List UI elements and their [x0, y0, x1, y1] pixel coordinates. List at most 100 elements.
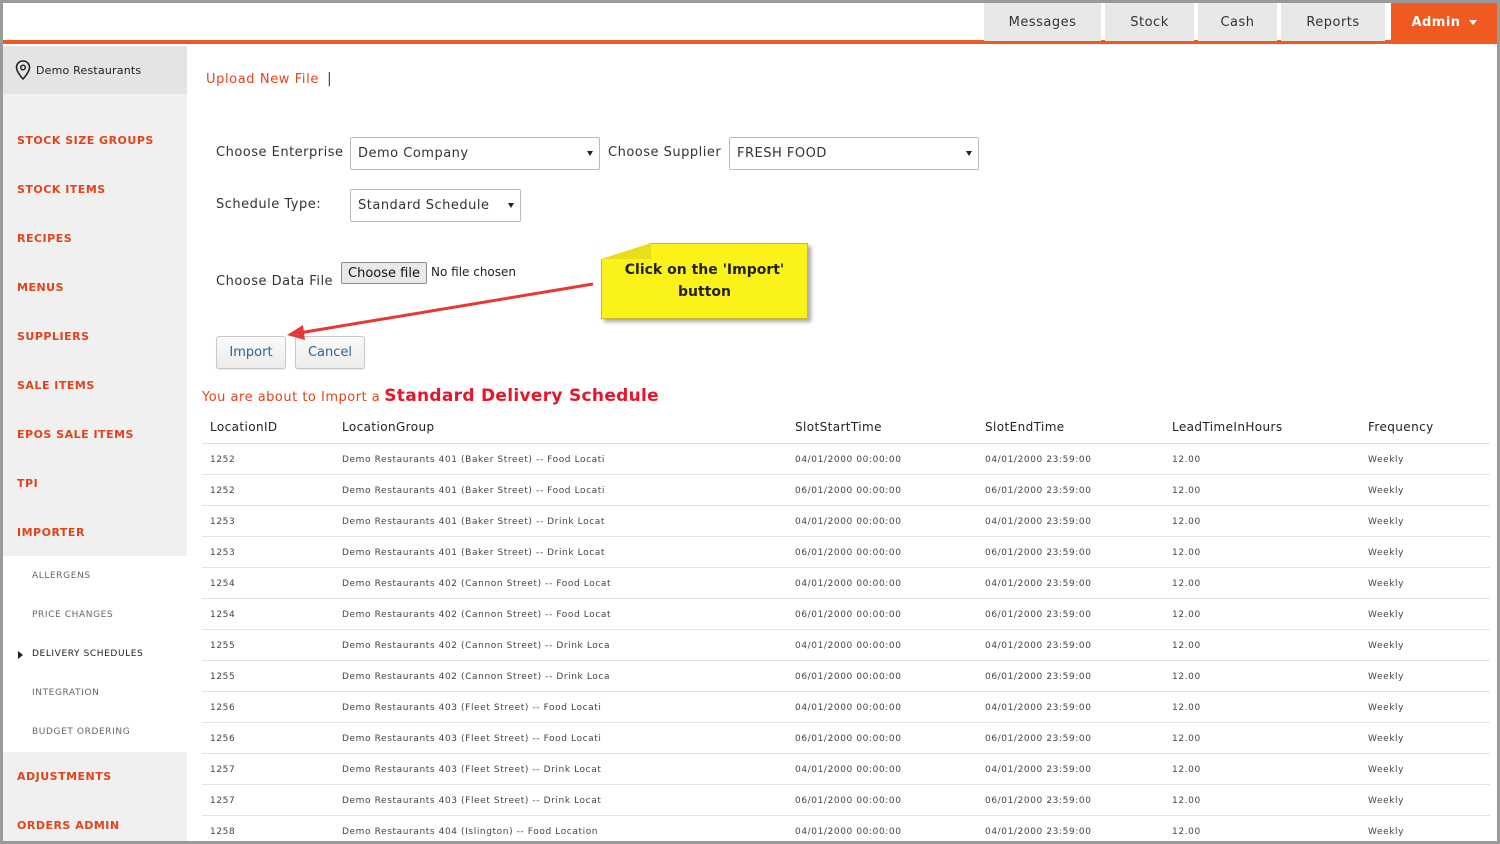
nav-messages-label: Messages — [1008, 14, 1077, 30]
enterprise-label: Choose Enterprise — [216, 145, 344, 160]
sidebar-item-suppliers[interactable]: SUPPLIERS — [17, 330, 90, 343]
cell-location-group: Demo Restaurants 403 (Fleet Street) -- D… — [342, 765, 602, 775]
cell-slot-start-time: 04/01/2000 00:00:00 — [795, 703, 902, 713]
cell-location-group: Demo Restaurants 402 (Cannon Street) -- … — [342, 641, 611, 651]
cell-slot-end-time: 06/01/2000 23:59:00 — [985, 796, 1092, 806]
top-nav: Messages Stock Cash Reports Admin — [980, 3, 1497, 41]
cancel-button[interactable]: Cancel — [295, 336, 365, 369]
cell-lead-time: 12.00 — [1172, 517, 1201, 527]
cell-slot-end-time: 06/01/2000 23:59:00 — [985, 610, 1092, 620]
nav-reports[interactable]: Reports — [1281, 3, 1385, 41]
cell-lead-time: 12.00 — [1172, 734, 1201, 744]
sidebar: Demo Restaurants STOCK SIZE GROUPS STOCK… — [3, 46, 187, 841]
nav-admin-label: Admin — [1411, 14, 1461, 30]
cell-location-id: 1255 — [210, 641, 236, 651]
cell-location-group: Demo Restaurants 402 (Cannon Street) -- … — [342, 579, 612, 589]
select-arrow-icon — [508, 203, 514, 208]
table-row: 1256 Demo Restaurants 403 (Fleet Street) … — [202, 723, 1490, 754]
cell-location-group: Demo Restaurants 404 (Islington) -- Food… — [342, 827, 599, 837]
cell-location-group: Demo Restaurants 403 (Fleet Street) -- F… — [342, 734, 602, 744]
schedule-type-select-value: Standard Schedule — [358, 198, 490, 213]
cell-frequency: Weekly — [1368, 579, 1405, 589]
choose-file-button[interactable]: Choose file — [341, 262, 427, 284]
sidebar-item-stock-size-groups[interactable]: STOCK SIZE GROUPS — [17, 134, 154, 147]
nav-admin-dropdown[interactable]: Admin — [1391, 3, 1497, 41]
cell-slot-end-time: 04/01/2000 23:59:00 — [985, 455, 1092, 465]
submenu-item-budget-ordering[interactable]: BUDGET ORDERING — [32, 727, 130, 737]
sidebar-item-importer[interactable]: IMPORTER — [17, 526, 85, 539]
table-row: 1257 Demo Restaurants 403 (Fleet Street) … — [202, 754, 1490, 785]
schedule-type-select[interactable]: Standard Schedule — [350, 189, 521, 222]
cell-slot-start-time: 06/01/2000 00:00:00 — [795, 734, 902, 744]
cell-slot-start-time: 04/01/2000 00:00:00 — [795, 765, 902, 775]
active-indicator-icon — [18, 651, 23, 659]
import-button[interactable]: Import — [216, 336, 286, 369]
table-row: 1258 Demo Restaurants 404 (Islington) -- … — [202, 816, 1490, 841]
sidebar-item-adjustments[interactable]: ADJUSTMENTS — [17, 770, 112, 783]
table-row: 1254 Demo Restaurants 402 (Cannon Street)… — [202, 599, 1490, 630]
cell-slot-start-time: 06/01/2000 00:00:00 — [795, 796, 902, 806]
app-window: Messages Stock Cash Reports Admin Demo R… — [0, 0, 1500, 844]
column-header-location-group: LocationGroup — [342, 420, 435, 434]
cell-slot-end-time: 06/01/2000 23:59:00 — [985, 548, 1092, 558]
cell-slot-start-time: 04/01/2000 00:00:00 — [795, 827, 902, 837]
importer-submenu: ALLERGENS PRICE CHANGES DELIVERY SCHEDUL… — [3, 556, 187, 752]
caret-down-icon — [1468, 19, 1477, 25]
file-status-text: No file chosen — [431, 265, 517, 279]
link-separator: | — [327, 71, 332, 87]
cell-lead-time: 12.00 — [1172, 486, 1201, 496]
submenu-item-allergens[interactable]: ALLERGENS — [32, 571, 91, 581]
cell-slot-end-time: 04/01/2000 23:59:00 — [985, 765, 1092, 775]
import-notice: You are about to Import a Standard Delive… — [202, 386, 659, 406]
cell-frequency: Weekly — [1368, 610, 1405, 620]
sidebar-item-tpi[interactable]: TPI — [17, 477, 38, 490]
cell-frequency: Weekly — [1368, 796, 1405, 806]
nav-stock[interactable]: Stock — [1105, 3, 1194, 41]
submenu-item-price-changes[interactable]: PRICE CHANGES — [32, 610, 113, 620]
sidebar-item-recipes[interactable]: RECIPES — [17, 232, 72, 245]
supplier-select[interactable]: FRESH FOOD — [729, 137, 979, 170]
cell-frequency: Weekly — [1368, 517, 1405, 527]
cell-location-group: Demo Restaurants 401 (Baker Street) -- D… — [342, 517, 605, 527]
cell-lead-time: 12.00 — [1172, 765, 1201, 775]
table-row: 1254 Demo Restaurants 402 (Cannon Street)… — [202, 568, 1490, 599]
cell-lead-time: 12.00 — [1172, 548, 1201, 558]
cell-slot-end-time: 04/01/2000 23:59:00 — [985, 517, 1092, 527]
nav-stock-label: Stock — [1130, 14, 1169, 30]
cell-slot-end-time: 06/01/2000 23:59:00 — [985, 486, 1092, 496]
cell-location-id: 1254 — [210, 610, 236, 620]
submenu-item-delivery-schedules[interactable]: DELIVERY SCHEDULES — [32, 649, 143, 659]
select-arrow-icon — [587, 151, 593, 156]
nav-reports-label: Reports — [1306, 14, 1360, 30]
cell-location-group: Demo Restaurants 402 (Cannon Street) -- … — [342, 672, 611, 682]
location-selector[interactable]: Demo Restaurants — [3, 46, 187, 94]
cell-slot-start-time: 06/01/2000 00:00:00 — [795, 610, 902, 620]
table-row: 1257 Demo Restaurants 403 (Fleet Street) … — [202, 785, 1490, 816]
cell-slot-start-time: 06/01/2000 00:00:00 — [795, 486, 902, 496]
cell-location-group: Demo Restaurants 401 (Baker Street) -- F… — [342, 455, 606, 465]
nav-cash[interactable]: Cash — [1198, 3, 1277, 41]
cell-lead-time: 12.00 — [1172, 672, 1201, 682]
cell-slot-start-time: 06/01/2000 00:00:00 — [795, 548, 902, 558]
cell-location-group: Demo Restaurants 403 (Fleet Street) -- D… — [342, 796, 602, 806]
supplier-label: Choose Supplier — [608, 145, 722, 160]
column-header-slot-end-time: SlotEndTime — [985, 420, 1065, 434]
upload-new-file-link[interactable]: Upload New File — [206, 72, 319, 87]
cell-slot-end-time: 04/01/2000 23:59:00 — [985, 641, 1092, 651]
cell-location-group: Demo Restaurants 401 (Baker Street) -- F… — [342, 486, 606, 496]
cell-frequency: Weekly — [1368, 455, 1405, 465]
nav-messages[interactable]: Messages — [984, 3, 1101, 41]
submenu-item-integration[interactable]: INTEGRATION — [32, 688, 99, 698]
sidebar-item-menus[interactable]: MENUS — [17, 281, 64, 294]
cell-frequency: Weekly — [1368, 641, 1405, 651]
sidebar-item-epos-sale-items[interactable]: EPOS SALE ITEMS — [17, 428, 134, 441]
sidebar-item-sale-items[interactable]: SALE ITEMS — [17, 379, 95, 392]
supplier-select-value: FRESH FOOD — [737, 146, 827, 161]
enterprise-select[interactable]: Demo Company — [350, 137, 600, 170]
cell-location-id: 1252 — [210, 455, 236, 465]
cell-slot-start-time: 04/01/2000 00:00:00 — [795, 579, 902, 589]
select-arrow-icon — [966, 151, 972, 156]
sidebar-item-orders-admin[interactable]: ORDERS ADMIN — [17, 819, 120, 832]
sidebar-item-stock-items[interactable]: STOCK ITEMS — [17, 183, 106, 196]
cell-lead-time: 12.00 — [1172, 610, 1201, 620]
